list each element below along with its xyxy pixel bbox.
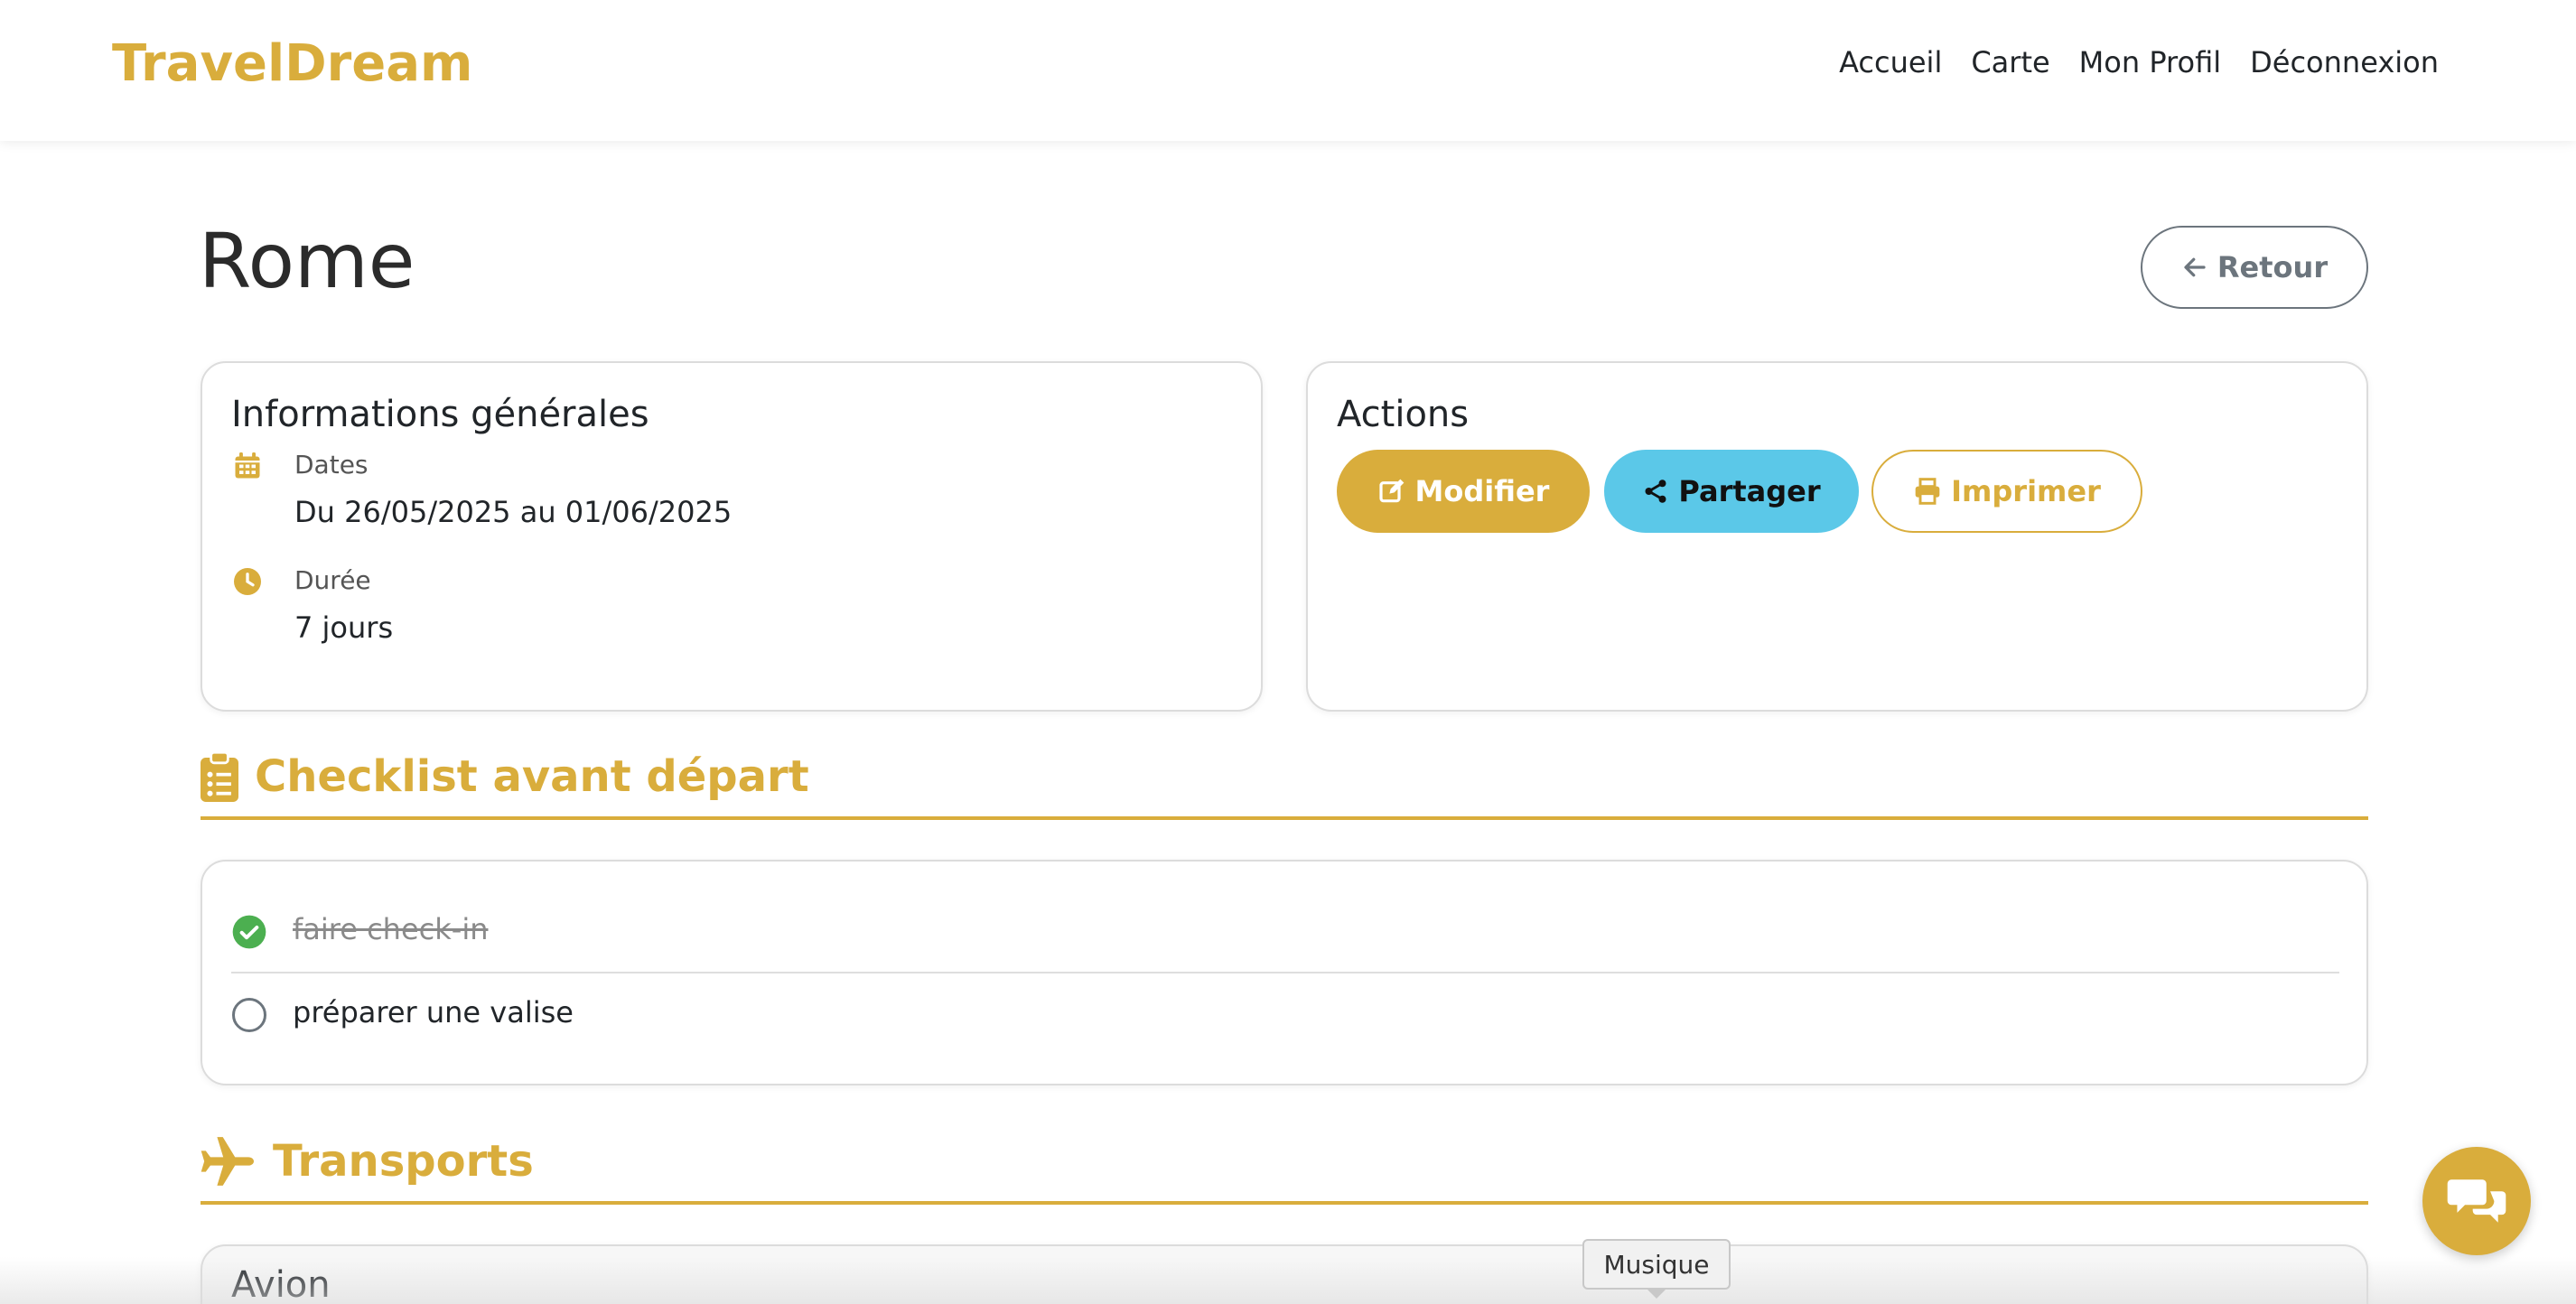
print-button[interactable]: Imprimer	[1871, 450, 2142, 533]
transports-section-header: Transports	[201, 1136, 2368, 1205]
checklist-item-text: faire check-in	[293, 912, 489, 946]
duration-value: 7 jours	[294, 610, 394, 645]
dates-label: Dates	[294, 450, 369, 480]
dates-value: Du 26/05/2025 au 01/06/2025	[294, 495, 733, 529]
checklist-title: Checklist avant départ	[255, 751, 809, 802]
general-info-title: Informations générales	[231, 394, 649, 435]
edit-icon	[1378, 479, 1404, 503]
chat-icon	[2447, 1179, 2506, 1223]
duration-label: Durée	[294, 565, 371, 595]
plane-icon	[201, 1137, 254, 1186]
check-circle-icon[interactable]	[231, 914, 267, 950]
checklist-card: faire check-in préparer une valise	[201, 860, 2368, 1085]
page-title: Rome	[199, 217, 415, 305]
actions-title: Actions	[1337, 394, 1470, 435]
arrow-left-icon	[2184, 257, 2206, 277]
nav-link-carte[interactable]: Carte	[1971, 45, 2049, 79]
calendar-icon	[235, 452, 260, 479]
empty-circle-icon[interactable]	[231, 997, 267, 1033]
modify-button-label: Modifier	[1414, 474, 1550, 508]
print-button-label: Imprimer	[1951, 474, 2101, 508]
actions-card: Actions Modifier Partager Imprimer	[1306, 361, 2368, 712]
clipboard-list-icon	[201, 751, 238, 802]
back-button-label: Retour	[2217, 250, 2329, 284]
dates-row: Dates Du 26/05/2025 au 01/06/2025	[231, 450, 1134, 531]
transport-card: Avion	[201, 1244, 2368, 1304]
back-button[interactable]: Retour	[2141, 226, 2368, 309]
brand-logo[interactable]: TravelDream	[112, 34, 472, 93]
nav-link-deconnexion[interactable]: Déconnexion	[2250, 45, 2439, 79]
printer-icon	[1915, 478, 1940, 505]
clock-icon	[234, 568, 261, 595]
modify-button[interactable]: Modifier	[1337, 450, 1590, 533]
music-tooltip: Musique	[1582, 1239, 1731, 1290]
transports-title: Transports	[273, 1136, 534, 1187]
nav-link-mon-profil[interactable]: Mon Profil	[2079, 45, 2221, 79]
share-icon	[1645, 480, 1666, 503]
navbar: TravelDream Accueil Carte Mon Profil Déc…	[0, 0, 2576, 141]
share-button-label: Partager	[1678, 474, 1821, 508]
nav-link-accueil[interactable]: Accueil	[1839, 45, 1942, 79]
checklist-item[interactable]: faire check-in	[231, 890, 2339, 973]
general-info-card: Informations générales Dates Du 26/05/20…	[201, 361, 1263, 712]
duration-row: Durée 7 jours	[231, 565, 1134, 647]
nav-links: Accueil Carte Mon Profil Déconnexion	[1810, 45, 2439, 79]
chat-button[interactable]	[2422, 1147, 2531, 1255]
checklist-section-header: Checklist avant départ	[201, 751, 2368, 820]
transport-card-title: Avion	[231, 1264, 331, 1304]
checklist-item-text: préparer une valise	[293, 995, 574, 1029]
tooltip-arrow	[1646, 1288, 1667, 1299]
share-button[interactable]: Partager	[1604, 450, 1859, 533]
checklist-item[interactable]: préparer une valise	[231, 973, 2339, 1057]
